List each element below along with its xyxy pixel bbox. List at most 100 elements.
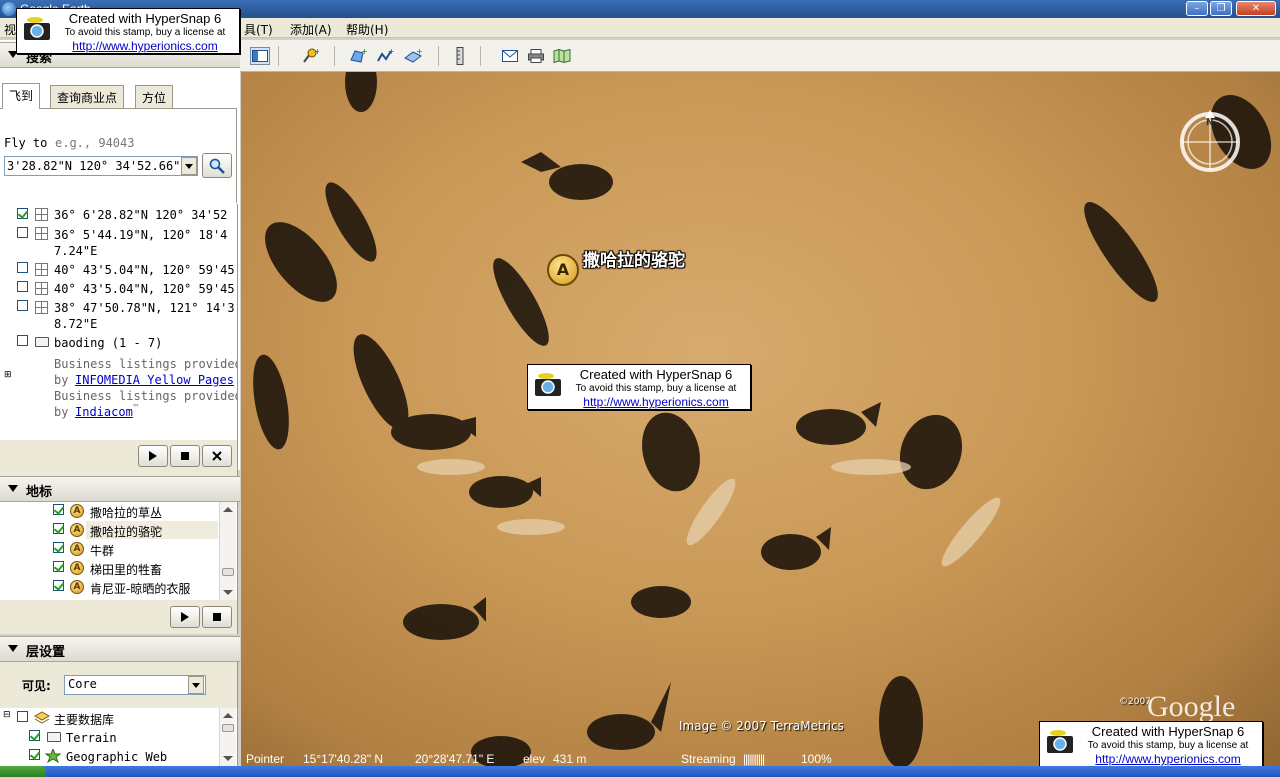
visible-layers-select[interactable]: Core <box>64 675 206 695</box>
close-button[interactable]: ✕ <box>1236 1 1276 16</box>
stop-icon <box>213 613 221 621</box>
magnifier-icon <box>209 158 225 174</box>
folder-icon <box>47 732 61 742</box>
earth-3d-view[interactable]: A 撒哈拉的骆驼 N Image © 2007 TerraMetrics ©20… <box>241 72 1280 766</box>
scroll-up-icon[interactable] <box>223 713 233 718</box>
view-in-maps-button[interactable] <box>552 47 572 65</box>
fly-to-hint: e.g., 94043 <box>55 136 135 150</box>
fly-to-input[interactable]: 3'28.82"N 120° 34'52.66"E <box>4 156 198 176</box>
scroll-down-icon[interactable] <box>223 590 233 595</box>
add-polygon-button[interactable]: + <box>348 47 368 65</box>
layer-checkbox[interactable] <box>29 730 40 741</box>
scroll-thumb[interactable] <box>222 724 234 732</box>
ruler-button[interactable] <box>450 47 470 65</box>
sidebar-toggle-button[interactable] <box>250 47 270 65</box>
navigation-compass[interactable]: N <box>1178 110 1242 174</box>
add-overlay-button[interactable]: + <box>403 47 423 65</box>
stop-places-button[interactable] <box>202 606 232 628</box>
play-tour-button[interactable] <box>138 445 168 467</box>
watermark-stamp: Created with HyperSnap 6 To avoid this s… <box>16 8 240 54</box>
layer-primary-database[interactable]: 主要数据库 <box>54 711 114 728</box>
result-checkbox-2[interactable] <box>17 227 28 238</box>
tab-fly-to[interactable]: 飞到 <box>2 83 41 109</box>
visible-label: 可见: <box>22 679 51 693</box>
collapse-arrow-icon[interactable] <box>8 645 18 652</box>
fly-to-label: Fly to <box>4 136 48 150</box>
layer-checkbox[interactable] <box>29 749 40 760</box>
place-checkbox[interactable] <box>53 523 64 534</box>
place-item[interactable]: 牛群 <box>90 542 114 559</box>
visible-layers-dropdown-button[interactable] <box>188 676 204 694</box>
folder-checkbox[interactable] <box>17 335 28 346</box>
tab-directions[interactable]: 方位 <box>135 85 174 108</box>
google-earth-window: Google Earth – ❐ ✕ 视 具(T) 添加(A) 帮助(H) + … <box>0 0 1280 777</box>
email-icon <box>502 50 518 62</box>
menu-tools[interactable]: 具(T) <box>244 21 273 38</box>
start-button[interactable] <box>0 766 46 777</box>
result-checkbox-3[interactable] <box>17 262 28 273</box>
add-path-button[interactable]: + <box>375 47 395 65</box>
windows-taskbar[interactable] <box>0 766 1280 777</box>
listing-credit-1: Business listings provided <box>54 357 238 371</box>
result-checkbox-1[interactable] <box>17 208 28 219</box>
streaming-progress: |||||||||| <box>743 752 765 766</box>
places-panel-header[interactable]: 地标 <box>0 476 240 502</box>
path-icon: + <box>377 48 394 62</box>
place-checkbox[interactable] <box>53 542 64 553</box>
stop-tour-button[interactable] <box>170 445 200 467</box>
clear-results-button[interactable] <box>202 445 232 467</box>
place-item[interactable]: 撒哈拉的草丛 <box>90 504 162 521</box>
compass-north-label: N <box>1206 118 1214 128</box>
collapse-arrow-icon[interactable] <box>8 485 18 492</box>
layer-checkbox[interactable] <box>17 711 28 722</box>
result-3[interactable]: 40° 43'5.04"N, 120° 59'45 <box>54 263 235 277</box>
email-button[interactable] <box>500 47 520 65</box>
menu-add[interactable]: 添加(A) <box>290 21 332 38</box>
result-folder[interactable]: baoding (1 - 7) <box>54 336 162 350</box>
collapse-icon[interactable]: ⊟ <box>3 710 11 720</box>
print-button[interactable] <box>526 47 546 65</box>
place-item-selected[interactable]: 撒哈拉的骆驼 <box>90 523 162 540</box>
result-4[interactable]: 40° 43'5.04"N, 120° 59'45 <box>54 282 235 296</box>
menu-help[interactable]: 帮助(H) <box>346 21 388 38</box>
layer-terrain[interactable]: Terrain <box>66 731 117 745</box>
minimize-button[interactable]: – <box>1186 1 1208 16</box>
scroll-down-icon[interactable] <box>223 756 233 761</box>
places-scrollbar[interactable] <box>219 502 236 600</box>
place-item[interactable]: 肯尼亚-晾晒的衣服 <box>90 580 190 597</box>
layers-panel-header[interactable]: 层设置 <box>0 636 240 662</box>
layer-geographic-web[interactable]: Geographic Web <box>66 750 167 764</box>
sidebar-icon <box>252 50 268 62</box>
result-checkbox-5[interactable] <box>17 300 28 311</box>
camel-herd-imagery <box>253 72 1272 766</box>
place-item[interactable]: 梯田里的牲畜 <box>90 561 162 578</box>
camera-icon <box>24 17 50 40</box>
infomedia-link[interactable]: INFOMEDIA Yellow Pages <box>75 373 234 387</box>
result-5[interactable]: 38° 47'50.78"N, 121° 14'3 <box>54 301 235 315</box>
indiacom-link[interactable]: Indiacom <box>75 405 133 419</box>
result-1[interactable]: 36° 6'28.82"N 120° 34'52 <box>54 208 227 222</box>
result-checkbox-4[interactable] <box>17 281 28 292</box>
maximize-button[interactable]: ❐ <box>1210 1 1232 16</box>
add-placemark-button[interactable]: + <box>300 47 320 65</box>
play-places-button[interactable] <box>170 606 200 628</box>
scroll-up-icon[interactable] <box>223 507 233 512</box>
placemark-icon[interactable]: A <box>547 254 579 286</box>
scroll-thumb[interactable] <box>222 568 234 576</box>
search-button[interactable] <box>202 153 232 178</box>
tab-find-businesses[interactable]: 查询商业点 <box>50 85 125 108</box>
result-2[interactable]: 36° 5'44.19"N, 120° 18'4 <box>54 228 227 242</box>
placemark-label[interactable]: 撒哈拉的骆驼 <box>583 246 685 271</box>
pointer-longitude: 20°28'47.71" E <box>415 752 495 766</box>
trademark-mark: ™ <box>132 403 140 412</box>
fly-to-dropdown-button[interactable] <box>181 157 197 175</box>
place-checkbox[interactable] <box>53 561 64 572</box>
place-checkbox[interactable] <box>53 580 64 591</box>
search-controls <box>0 440 238 476</box>
star-icon <box>45 749 61 763</box>
place-checkbox[interactable] <box>53 504 64 515</box>
menu-view[interactable]: 视 <box>4 21 16 38</box>
play-icon <box>149 451 157 461</box>
layers-scrollbar[interactable] <box>219 708 236 766</box>
expand-icon[interactable]: ⊞ <box>4 370 12 380</box>
